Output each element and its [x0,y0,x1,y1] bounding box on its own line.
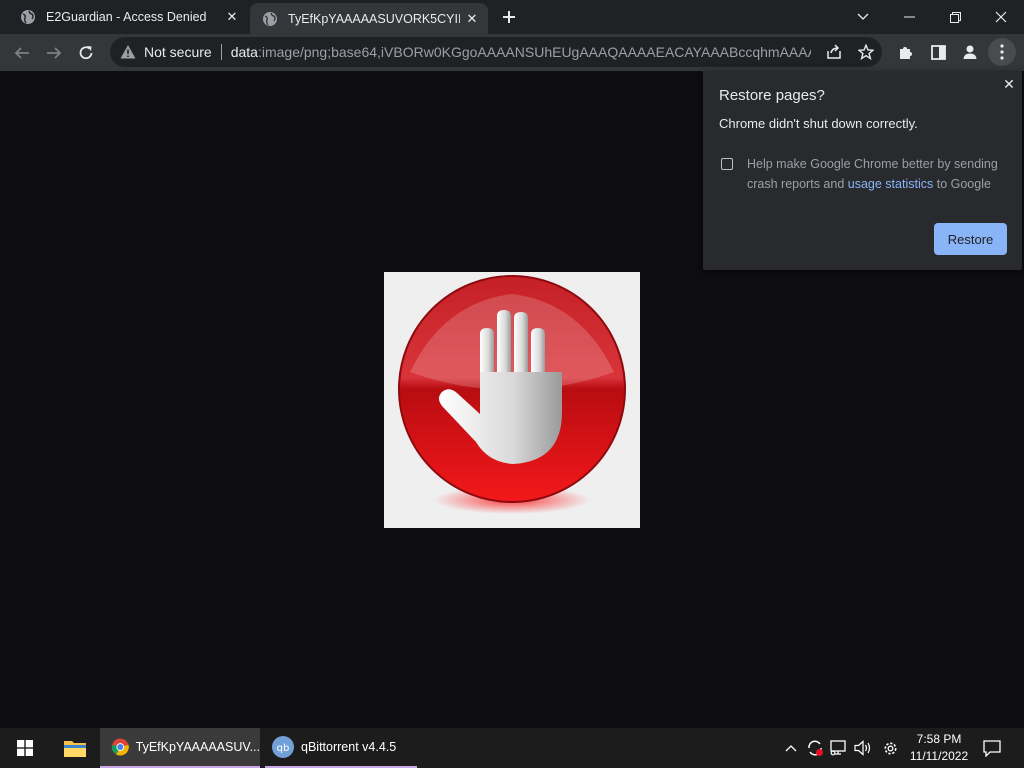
windows-start-icon [17,740,33,756]
share-icon [827,44,841,59]
minimize-button[interactable] [886,0,932,34]
crash-reports-checkbox[interactable] [721,158,733,170]
globe-icon [21,10,35,24]
settings-button[interactable] [879,728,901,768]
chevron-down-icon [857,13,869,20]
checkbox-label: Help make Google Chrome better by sendin… [747,154,1007,194]
browser-toolbar: Not secure data:image/png;base64,iVBORw0… [0,34,1024,71]
chrome-icon [111,738,129,756]
tab-image[interactable]: TyEfKpYAAAAASUVORK5CYII= (2 ✕ [250,3,488,34]
file-explorer-button[interactable] [56,728,94,768]
tab-strip: E2Guardian - Access Denied ✕ TyEfKpYAAAA… [0,0,1024,34]
tab-search-button[interactable] [840,0,886,34]
notifications-icon [983,739,1001,757]
restore-pages-dialog: Restore pages? ✕ Chrome didn't shut down… [703,71,1022,270]
start-button[interactable] [6,728,44,768]
chevron-up-icon [785,745,797,752]
address-bar[interactable]: Not secure data:image/png;base64,iVBORw0… [110,37,882,67]
url-scheme: data [230,44,258,60]
extensions-button[interactable] [892,38,920,66]
taskbar-label: TyEfKpYAAAAASUV... [135,740,260,754]
notifications-button[interactable] [980,728,1004,768]
windows-taskbar: TyEfKpYAAAAASUV... qb qBittorrent v4.4.5… [0,728,1024,768]
plus-icon [503,11,515,23]
dialog-message: Chrome didn't shut down correctly. [719,116,918,131]
settings-icon [884,742,896,754]
taskbar-clock[interactable]: 7:58 PM 11/11/2022 [906,731,972,765]
stop-hand-image [384,272,640,528]
stop-hand-icon [398,275,626,514]
side-panel-icon [930,44,946,60]
close-icon[interactable]: ✕ [220,5,244,29]
qbittorrent-icon: qb [272,736,294,758]
security-label[interactable]: Not secure [144,44,212,60]
taskbar-chrome[interactable]: TyEfKpYAAAAASUV... [100,728,260,768]
restore-window-icon [949,11,961,23]
url-rest: :image/png;base64,iVBORw0KGgoAAAANSUhEUg… [257,44,811,60]
omnibox-divider [220,44,222,60]
network-icon [830,740,846,756]
clock-time: 7:58 PM [916,732,962,746]
tab-title: E2Guardian - Access Denied [46,10,207,24]
usage-statistics-link[interactable]: usage statistics [848,177,933,191]
tab-title: TyEfKpYAAAAASUVORK5CYII= (2 [288,11,460,26]
taskbar-label: qBittorrent v4.4.5 [301,740,397,754]
network-button[interactable] [828,728,850,768]
warning-icon [120,45,136,59]
restore-window-button[interactable] [932,0,978,34]
dialog-title: Restore pages? [719,87,825,104]
extensions-icon [900,47,912,59]
svg-text:qb: qb [277,743,290,754]
close-icon[interactable]: ✕ [460,7,484,31]
close-icon [995,11,1007,23]
tab-e2guardian[interactable]: E2Guardian - Access Denied ✕ [8,0,248,34]
forward-button[interactable] [40,39,68,67]
side-panel-button[interactable] [924,38,952,66]
file-explorer-icon [64,741,86,757]
sync-alert-icon [808,740,823,756]
restore-button[interactable]: Restore [934,223,1007,255]
sync-status-button[interactable] [804,728,826,768]
reload-icon [79,46,93,60]
forward-arrow-icon [47,47,62,59]
show-hidden-icons-button[interactable] [780,728,802,768]
reload-button[interactable] [72,39,100,67]
profile-button[interactable] [956,38,984,66]
globe-icon [263,11,277,26]
volume-button[interactable] [852,728,874,768]
checkbox-text-2: to Google [936,177,991,191]
chrome-menu-button[interactable] [988,38,1016,66]
back-button[interactable] [8,39,36,67]
volume-icon [854,740,871,756]
url-text[interactable]: data:image/png;base64,iVBORw0KGgoAAAANSU… [231,44,811,60]
close-icon[interactable]: ✕ [999,74,1019,94]
close-window-button[interactable] [978,0,1024,34]
bookmark-button[interactable] [855,41,877,63]
page-content: Restore pages? ✕ Chrome didn't shut down… [0,71,1024,728]
profile-icon [963,45,977,59]
new-tab-button[interactable] [497,5,521,29]
clock-date: 11/11/2022 [909,749,969,763]
share-button[interactable] [823,41,845,63]
star-icon [858,44,874,60]
menu-icon [1000,44,1004,60]
minimize-icon [903,16,915,18]
taskbar-qbittorrent[interactable]: qb qBittorrent v4.4.5 [265,728,417,768]
back-arrow-icon [14,47,29,59]
